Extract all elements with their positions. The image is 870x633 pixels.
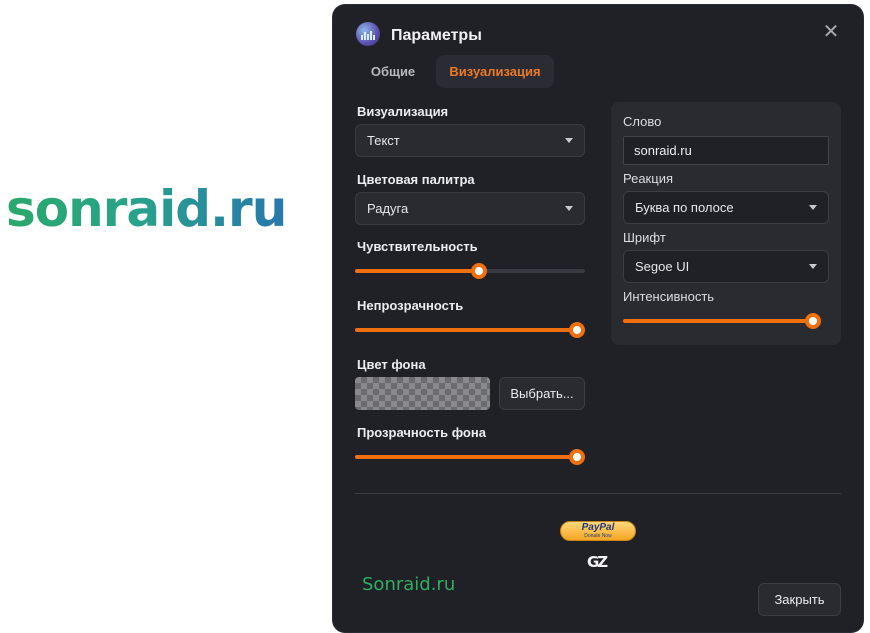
- bg-color-swatch[interactable]: [355, 377, 490, 410]
- reaction-select[interactable]: Буква по полосе: [623, 191, 829, 224]
- tab-visualization[interactable]: Визуализация: [436, 55, 554, 88]
- visualization-label: Визуализация: [357, 104, 449, 119]
- chevron-down-icon: [565, 138, 573, 143]
- paypal-donate-text: Donate Now: [584, 533, 612, 539]
- background-logo: sonraid.ru: [6, 180, 287, 238]
- bg-color-label: Цвет фона: [357, 357, 426, 372]
- slider-thumb[interactable]: [569, 449, 585, 465]
- palette-select[interactable]: Радуга: [355, 192, 585, 225]
- intensity-slider[interactable]: [623, 312, 821, 330]
- slider-thumb[interactable]: [569, 322, 585, 338]
- palette-label: Цветовая палитра: [357, 172, 475, 187]
- word-label: Слово: [623, 114, 662, 129]
- word-input[interactable]: sonraid.ru: [623, 136, 829, 165]
- app-equalizer-icon: [356, 22, 380, 46]
- divider: [355, 493, 841, 494]
- close-button[interactable]: Закрыть: [758, 583, 841, 616]
- tab-general[interactable]: Общие: [355, 55, 431, 88]
- settings-window: Параметры ✕ Общие Визуализация Визуализа…: [333, 5, 863, 632]
- font-select-value: Segoe UI: [635, 259, 690, 274]
- reaction-select-value: Буква по полосе: [635, 200, 734, 215]
- palette-select-value: Радуга: [367, 201, 409, 216]
- site-link[interactable]: Sonraid.ru: [362, 574, 455, 595]
- visualization-select[interactable]: Текст: [355, 124, 585, 157]
- font-label: Шрифт: [623, 230, 666, 245]
- sensitivity-slider[interactable]: [355, 262, 585, 280]
- gz-logo[interactable]: GZ: [587, 553, 608, 571]
- slider-fill: [355, 455, 577, 459]
- slider-thumb[interactable]: [805, 313, 821, 329]
- bg-transparency-slider[interactable]: [355, 448, 585, 466]
- visualization-select-value: Текст: [367, 133, 400, 148]
- opacity-slider[interactable]: [355, 321, 585, 339]
- font-select[interactable]: Segoe UI: [623, 250, 829, 283]
- chevron-down-icon: [565, 206, 573, 211]
- slider-fill: [623, 319, 813, 323]
- window-title: Параметры: [391, 27, 482, 44]
- chevron-down-icon: [809, 264, 817, 269]
- chevron-down-icon: [809, 205, 817, 210]
- bg-transparency-label: Прозрачность фона: [357, 425, 486, 440]
- text-settings-panel: Слово sonraid.ru Реакция Буква по полосе…: [611, 102, 841, 345]
- sensitivity-label: Чувствительность: [357, 239, 478, 254]
- slider-fill: [355, 269, 479, 273]
- paypal-donate-button[interactable]: PayPal Donate Now: [560, 521, 636, 541]
- reaction-label: Реакция: [623, 171, 673, 186]
- slider-fill: [355, 328, 577, 332]
- opacity-label: Непрозрачность: [357, 298, 464, 313]
- paypal-logo-text: PayPal: [581, 522, 615, 533]
- intensity-label: Интенсивность: [623, 289, 715, 304]
- close-icon[interactable]: ✕: [821, 21, 841, 41]
- choose-color-button[interactable]: Выбрать...: [499, 377, 585, 410]
- slider-thumb[interactable]: [470, 263, 487, 279]
